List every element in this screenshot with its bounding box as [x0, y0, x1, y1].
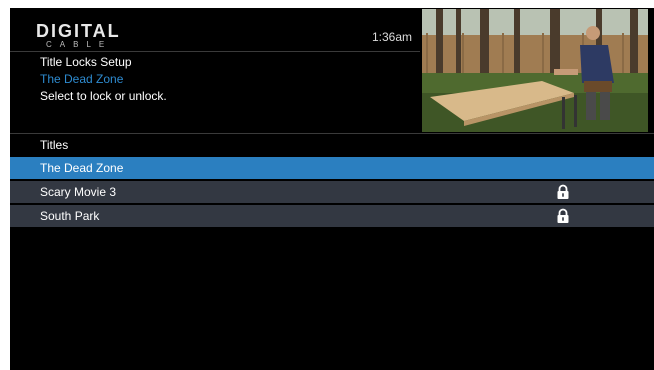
- clock: 1:36am: [372, 30, 413, 44]
- title-label: Scary Movie 3: [40, 185, 117, 199]
- title-label: South Park: [40, 209, 100, 223]
- title-row-the-dead-zone[interactable]: The Dead Zone: [10, 157, 654, 179]
- preview-image: [422, 9, 648, 132]
- digital-cable-logo: DIGITAL CABLE: [36, 22, 121, 50]
- header-info: Title Locks Setup The Dead Zone Select t…: [40, 54, 167, 105]
- title-label: The Dead Zone: [40, 161, 124, 175]
- header-divider: [10, 51, 420, 52]
- title-list: The Dead Zone Scary Movie 3 South Park: [10, 157, 654, 229]
- live-tv-preview: [422, 9, 648, 132]
- title-row-south-park[interactable]: South Park: [10, 205, 654, 227]
- section-divider: [10, 133, 654, 134]
- top-bar: DIGITAL CABLE 1:36am Title Locks Setup T…: [10, 8, 654, 133]
- lock-icon: [557, 208, 569, 223]
- current-title: The Dead Zone: [40, 72, 124, 86]
- titles-column-header: Titles: [40, 138, 69, 152]
- page-title: Title Locks Setup: [40, 55, 132, 69]
- instruction-text: Select to lock or unlock.: [40, 89, 167, 103]
- logo-line1: DIGITAL: [36, 21, 121, 41]
- lock-icon: [557, 184, 569, 199]
- tv-screen: DIGITAL CABLE 1:36am Title Locks Setup T…: [10, 8, 654, 370]
- title-row-scary-movie-3[interactable]: Scary Movie 3: [10, 181, 654, 203]
- logo-line2: CABLE: [46, 40, 113, 49]
